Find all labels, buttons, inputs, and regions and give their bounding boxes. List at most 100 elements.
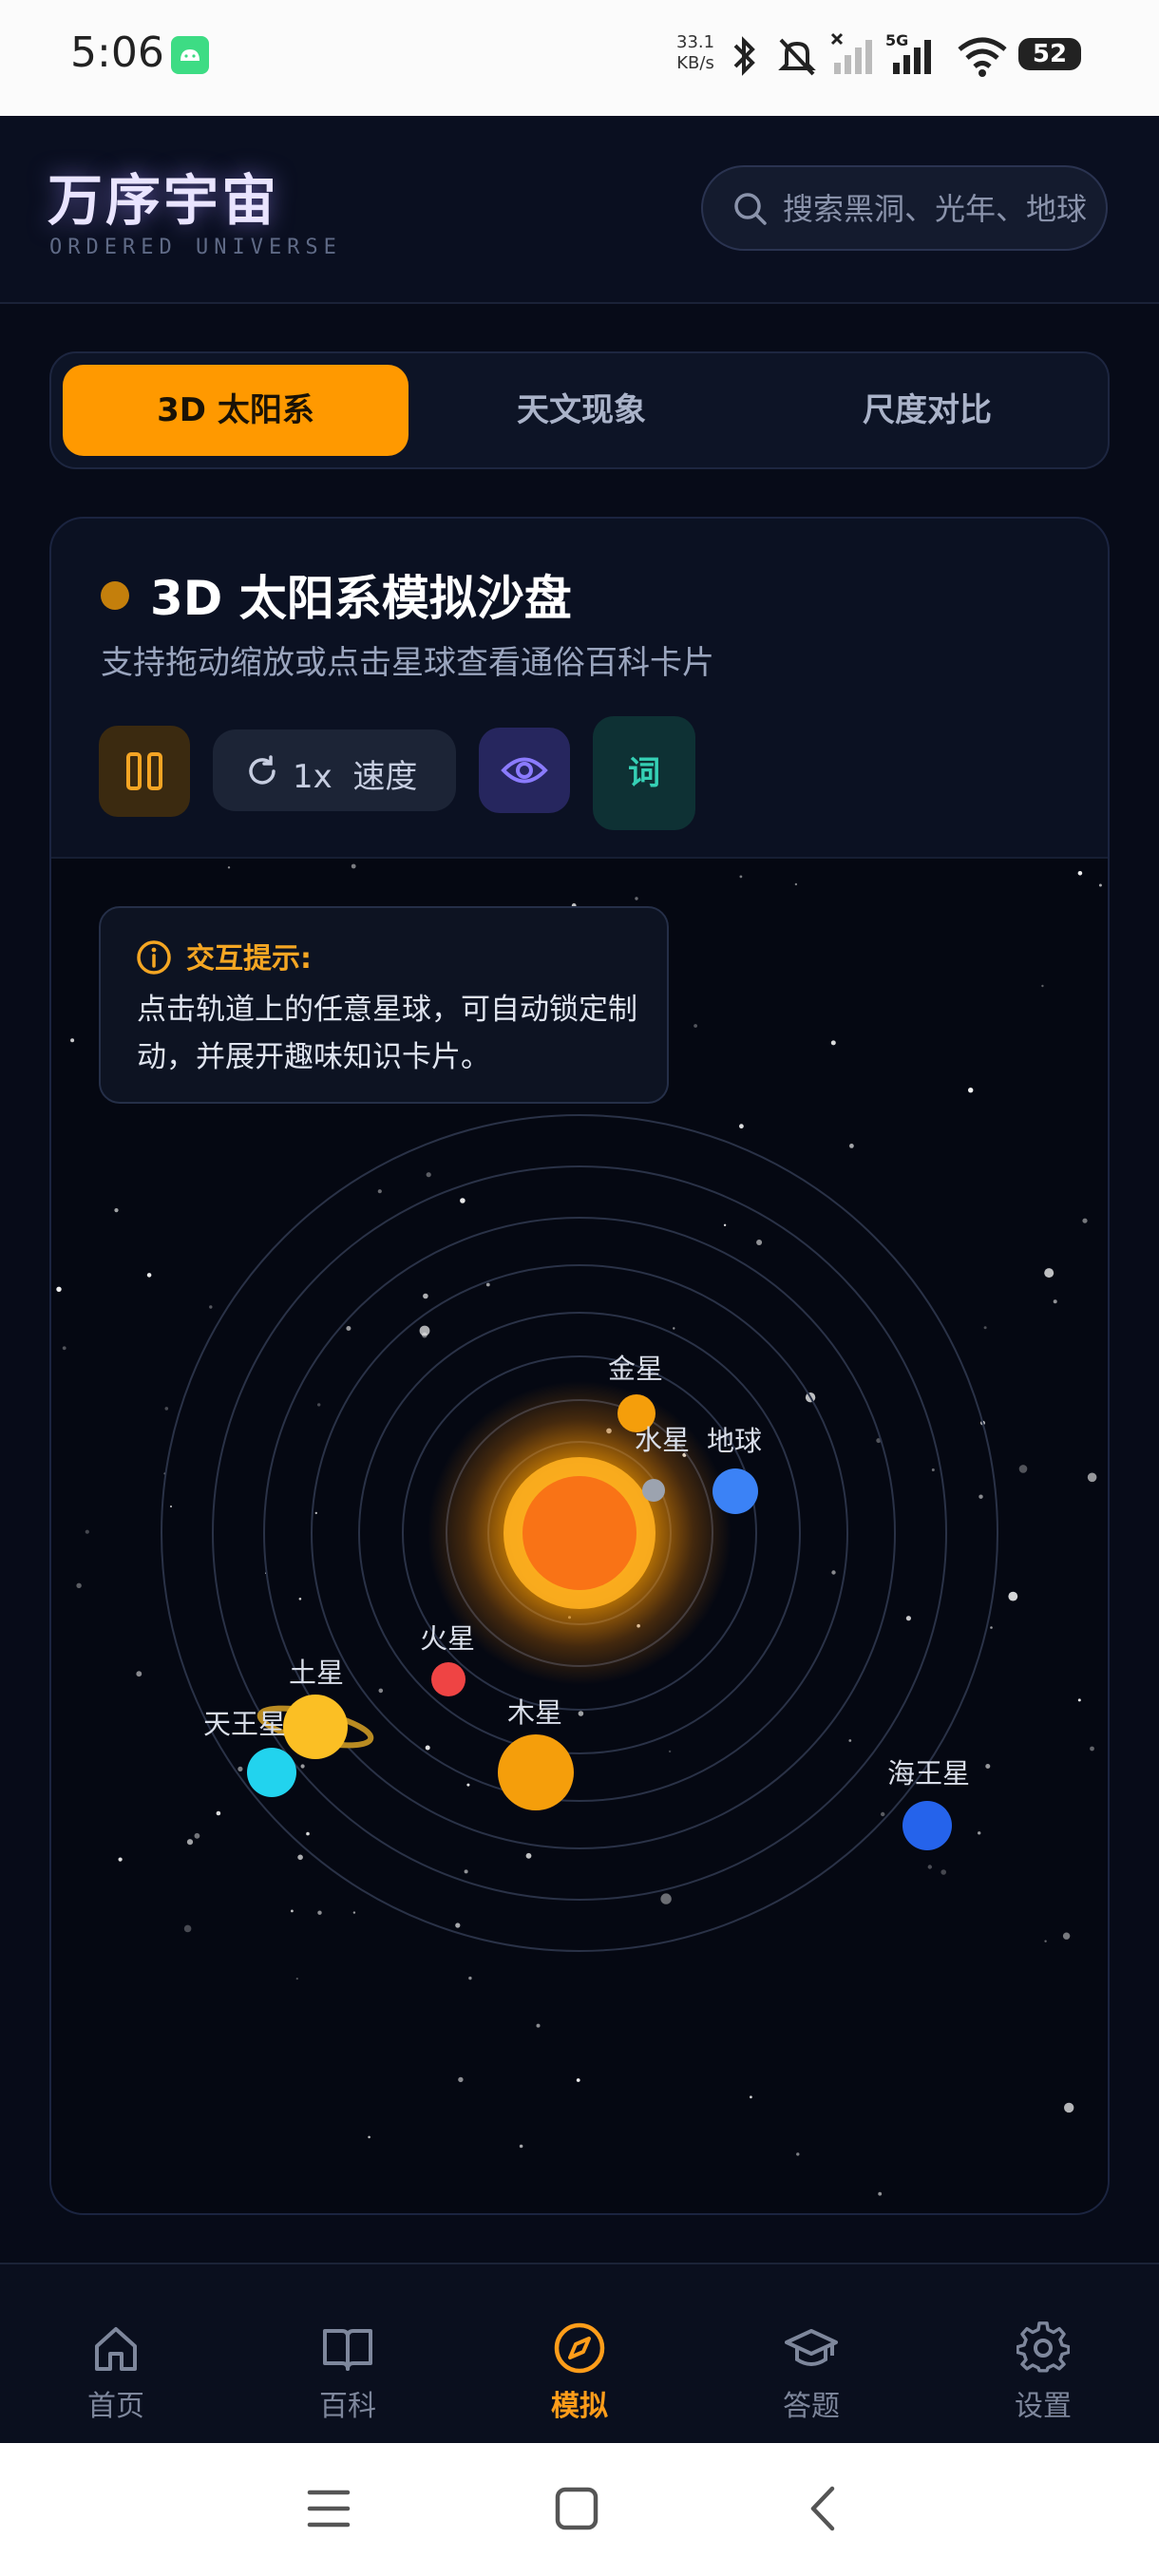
planet-mars[interactable] [431, 1662, 466, 1696]
back-icon[interactable] [804, 2485, 842, 2532]
star [831, 1570, 836, 1575]
status-bar: 5:06 33.1 KB/s 5G 52 [0, 0, 1159, 116]
star [576, 2078, 580, 2082]
net-speed-unit: KB/s [676, 53, 714, 73]
home-icon [95, 2327, 137, 2371]
star [300, 1764, 305, 1769]
star [1098, 883, 1102, 887]
glossary-button[interactable]: 词 [593, 716, 695, 830]
search-input[interactable] [781, 167, 1098, 251]
star [291, 1909, 294, 1913]
star [978, 1494, 983, 1499]
planet-mercury[interactable] [642, 1479, 665, 1502]
star [1008, 1591, 1018, 1601]
star [1044, 1940, 1047, 1942]
star [519, 2144, 523, 2149]
star [1077, 871, 1083, 876]
star [739, 875, 743, 879]
graduation-cap-icon [785, 2329, 838, 2366]
solar-system-canvas[interactable]: 交互提示: 点击轨道上的任意星球，可自动锁定制动，并展开趣味知识卡片。 水星 金… [51, 857, 1108, 2213]
star [1087, 1472, 1097, 1483]
pause-icon [126, 752, 162, 790]
planet-venus[interactable] [618, 1394, 656, 1432]
nav-label-quiz: 答题 [783, 2390, 840, 2423]
star [1090, 1746, 1094, 1752]
star [419, 1325, 430, 1336]
star [455, 1923, 461, 1928]
visibility-button[interactable] [479, 728, 570, 813]
tab-scale-comparison[interactable]: 尺度对比 [754, 365, 1100, 456]
nav-label-home: 首页 [87, 2390, 144, 2423]
star [985, 1764, 991, 1769]
star [990, 1626, 993, 1629]
star [118, 1857, 123, 1862]
star [1064, 2102, 1074, 2113]
nav-label-encyclopedia: 百科 [319, 2390, 376, 2423]
search-bar[interactable] [701, 165, 1108, 251]
tab-3d-solar-system[interactable]: 3D 太阳系 [63, 365, 408, 456]
app-title: 万序宇宙 [48, 168, 280, 233]
star [368, 2135, 370, 2139]
star [673, 1327, 675, 1330]
planet-saturn[interactable] [283, 1695, 348, 1759]
refresh-icon [249, 755, 276, 785]
star [485, 1282, 490, 1287]
nav-settings[interactable]: 设置 [927, 2264, 1159, 2443]
star [85, 1529, 89, 1534]
signal-icon: 5G [885, 32, 931, 74]
star [927, 1865, 932, 1869]
star [216, 1810, 221, 1816]
menu-icon[interactable] [306, 2487, 352, 2530]
tab-astronomical-phenomena[interactable]: 天文现象 [408, 365, 754, 456]
star [466, 1783, 470, 1787]
search-icon [734, 193, 767, 225]
star [317, 1910, 322, 1915]
sun[interactable] [522, 1476, 636, 1590]
nav-encyclopedia[interactable]: 百科 [232, 2264, 464, 2443]
wifi-icon [958, 37, 1007, 77]
svg-text:5G: 5G [885, 32, 908, 49]
planet-neptune[interactable] [902, 1801, 952, 1850]
star [317, 1403, 321, 1407]
speed-label: 速度 [352, 758, 418, 796]
star [660, 1893, 672, 1904]
nav-simulation[interactable]: 模拟 [464, 2264, 695, 2443]
star [1018, 1465, 1028, 1473]
star [1044, 1268, 1054, 1279]
star [578, 1711, 584, 1716]
tab-bar: 3D 太阳系 天文现象 尺度对比 [49, 351, 1110, 469]
nav-quiz[interactable]: 答题 [695, 2264, 927, 2443]
card-title: 3D 太阳系模拟沙盘 [150, 571, 572, 626]
planet-jupiter[interactable] [498, 1734, 574, 1810]
star [295, 1978, 298, 1980]
star [306, 1831, 310, 1836]
star [968, 1088, 974, 1093]
net-speed: 33.1 KB/s [676, 32, 714, 74]
planet-uranus[interactable] [247, 1748, 296, 1797]
star [723, 1223, 727, 1226]
star [668, 1750, 672, 1753]
star [756, 1240, 763, 1245]
star [536, 2023, 541, 2028]
star [425, 1745, 430, 1751]
pause-button[interactable] [99, 726, 190, 817]
star [62, 1346, 66, 1351]
star [346, 1326, 352, 1331]
star [1077, 1698, 1081, 1702]
planet-earth[interactable] [712, 1468, 758, 1514]
star [377, 1189, 382, 1194]
home-square-icon[interactable] [555, 2487, 598, 2530]
star [76, 1582, 82, 1588]
star [186, 1839, 194, 1846]
nav-home[interactable]: 首页 [0, 2264, 232, 2443]
android-icon [171, 36, 209, 74]
gear-icon [1016, 2321, 1070, 2373]
bluetooth-icon [733, 36, 755, 76]
star [194, 1832, 200, 1839]
star [794, 882, 798, 886]
status-dot [101, 581, 129, 610]
speed-button[interactable]: 1x 速度 [213, 729, 456, 811]
star [136, 1671, 142, 1677]
star [931, 1468, 935, 1471]
speed-value: 1x [293, 758, 332, 796]
